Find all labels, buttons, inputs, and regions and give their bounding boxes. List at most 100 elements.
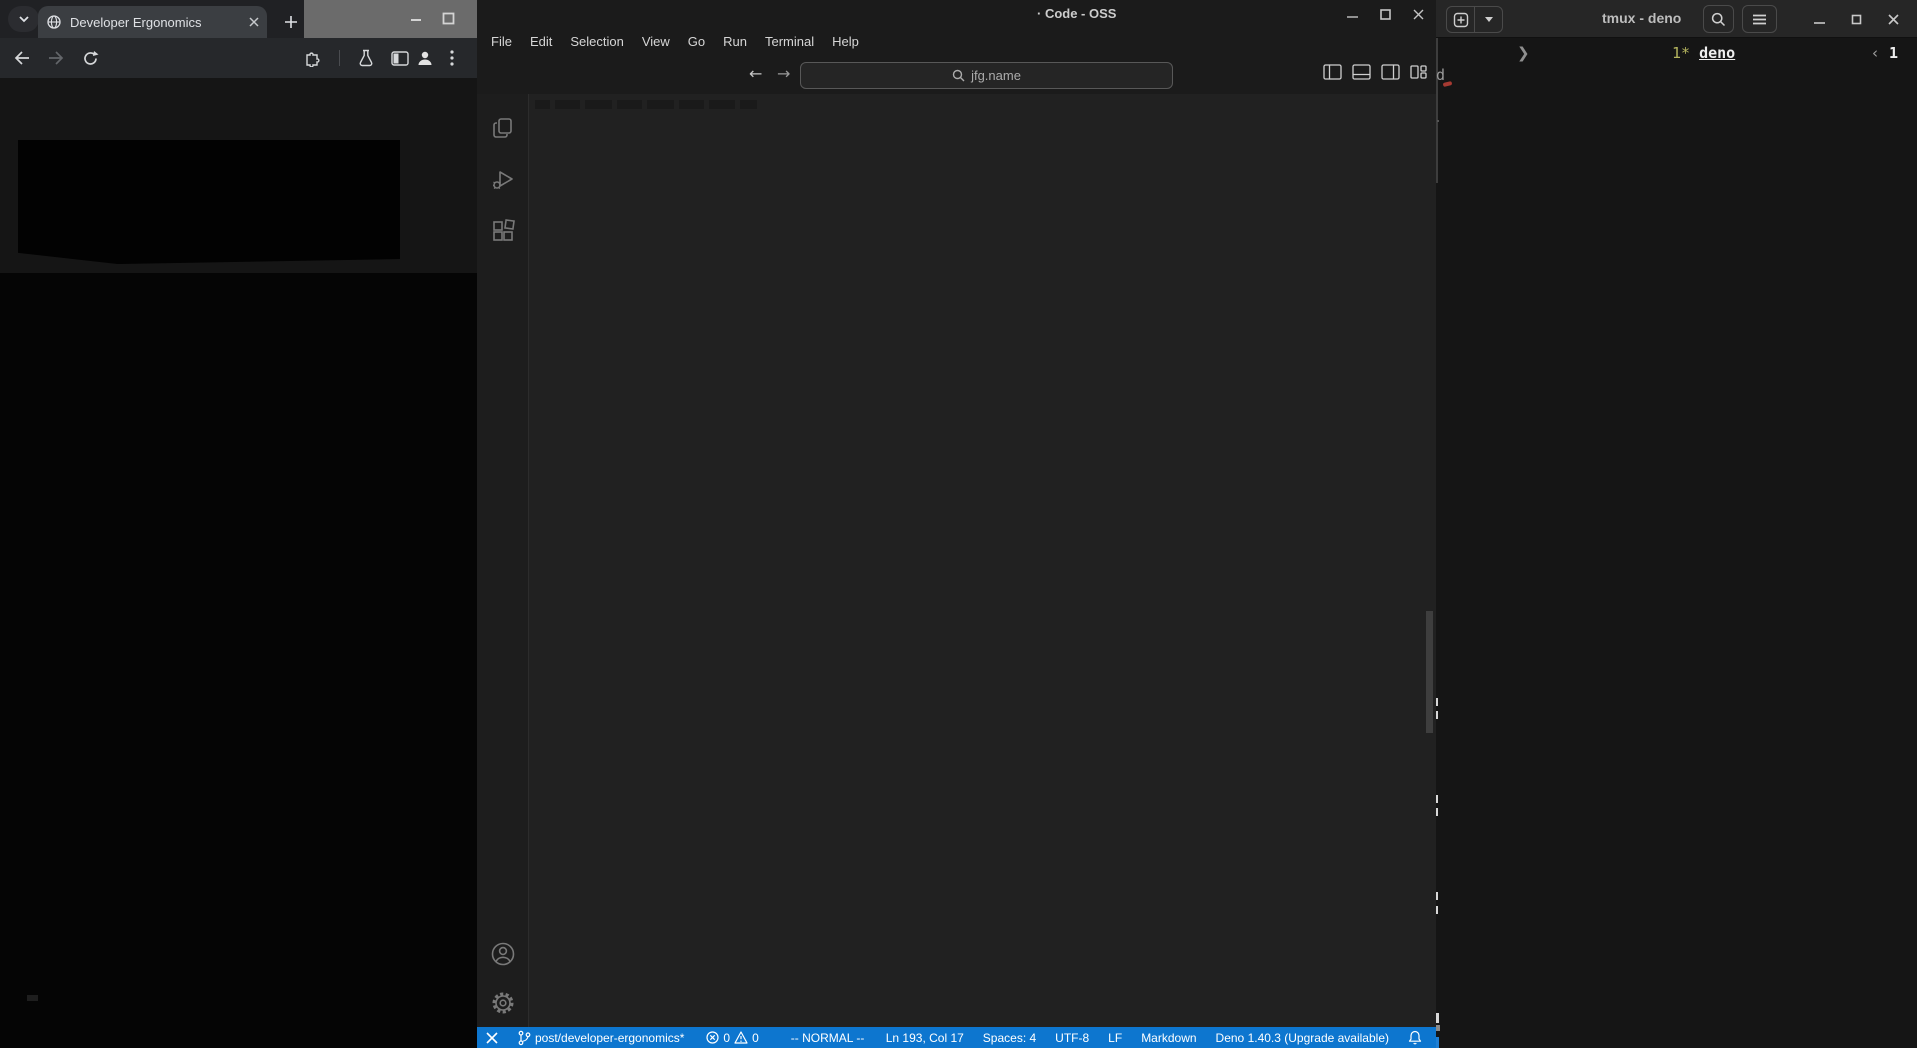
command-center-query: jfg.name [971,68,1021,83]
terminal-window-title: tmux - deno [1602,10,1682,26]
error-icon [706,1031,720,1044]
maximize-icon[interactable] [1380,8,1391,20]
git-branch-icon [518,1030,531,1045]
close-icon[interactable] [1888,13,1899,25]
history-back-button[interactable]: ← [749,64,762,83]
browser-minimize-icon[interactable] [410,18,422,22]
layout-controls [1323,64,1428,80]
edge-tick [1436,795,1438,803]
vscode-command-row: ← → jfg.name [477,54,1436,94]
history-forward-button[interactable]: → [777,64,790,83]
back-button[interactable] [10,46,34,70]
toggle-sidebar-icon[interactable] [1323,64,1342,80]
settings-button[interactable] [490,990,516,1016]
deno-version[interactable]: Deno 1.40.3 (Upgrade available) [1216,1031,1389,1045]
toggle-secondary-sidebar-icon[interactable] [1381,64,1400,80]
run-debug-icon [493,171,513,189]
indentation[interactable]: Spaces: 4 [983,1031,1036,1045]
language-mode[interactable]: Markdown [1141,1031,1196,1045]
toggle-panel-icon[interactable] [1352,64,1371,80]
browser-tabstrip: Developer Ergonomics [0,0,477,38]
command-center[interactable]: jfg.name [800,62,1173,89]
browser-menu-button[interactable] [440,46,464,70]
minimize-icon[interactable] [1347,9,1358,20]
forward-button[interactable] [44,46,68,70]
terminal-menu-button[interactable] [1742,5,1777,33]
reload-button[interactable] [78,46,102,70]
plus-icon [285,16,297,28]
profile-button[interactable] [413,46,437,70]
accounts-button[interactable] [490,941,516,967]
menu-file[interactable]: File [482,31,521,52]
customize-layout-icon[interactable] [1410,64,1428,80]
menu-view[interactable]: View [633,31,679,52]
chevron-down-icon [18,16,29,23]
edge-tick-blue [1436,1037,1439,1048]
browser-maximize-icon[interactable] [442,12,455,25]
menu-help[interactable]: Help [823,31,868,52]
globe-icon [47,15,61,29]
warning-icon [734,1031,748,1044]
edge-tick-grey [1436,1025,1440,1031]
activity-bar [477,94,529,1027]
side-panel-icon [391,50,409,66]
tmux-window-name: deno [1699,44,1736,62]
side-panel-button[interactable] [388,46,412,70]
editor-scrollbar[interactable] [1426,611,1433,733]
problems-status[interactable]: 0 0 [706,1031,759,1045]
run-debug-button[interactable] [490,167,516,193]
red-artifact [1442,80,1453,88]
terminal-content[interactable]: ❯ 1* deno ‹ 1 d [1436,38,1917,1048]
tab-dropdown-button[interactable] [1474,7,1502,32]
labs-button[interactable] [354,46,378,70]
extensions-icon [493,219,515,241]
cursor-position[interactable]: Ln 193, Col 17 [886,1031,964,1045]
terminal-window-controls [1814,0,1917,38]
page-faint-artifact [27,995,38,1001]
pane-chevron: ‹ [1872,44,1878,62]
vim-mode-indicator[interactable]: -- NORMAL -- [791,1031,865,1045]
edge-tick [1436,711,1438,719]
edge-tick [1436,808,1438,816]
minimize-icon[interactable] [1814,14,1825,25]
tab-title: Developer Ergonomics [70,14,202,30]
tab-close-icon[interactable] [249,17,259,27]
search-icon [952,69,965,82]
browser-viewport [0,78,477,1048]
menu-terminal[interactable]: Terminal [756,31,823,52]
account-icon [491,942,515,966]
editor-area[interactable] [529,94,1436,1027]
new-tab-button[interactable] [278,9,304,35]
new-tab-icon[interactable] [1447,7,1474,32]
back-icon [14,51,29,65]
eol-sequence[interactable]: LF [1108,1031,1122,1045]
forward-icon [49,51,64,65]
remote-indicator[interactable] [485,1031,499,1045]
menu-run[interactable]: Run [714,31,756,52]
branch-status[interactable]: post/developer-ergonomics* [517,1030,684,1046]
extensions-button-vscode[interactable] [490,218,516,244]
menu-selection[interactable]: Selection [561,31,632,52]
notifications-bell-icon[interactable] [1408,1030,1422,1045]
window-edge-sliver [1436,38,1438,183]
edge-tick [1436,906,1438,914]
edge-tick [1436,698,1438,706]
terminal-newtab-button[interactable] [1446,6,1503,33]
tmux-window-index: 1* [1672,44,1691,62]
explorer-button[interactable] [490,115,516,141]
browser-window: Developer Ergonomics [0,0,477,1048]
terminal-search-button[interactable] [1703,5,1734,33]
tab-search-button[interactable] [8,6,39,32]
encoding[interactable]: UTF-8 [1055,1031,1089,1045]
page-black-image [18,140,400,264]
extensions-button[interactable] [300,46,324,70]
maximize-icon[interactable] [1851,14,1862,25]
edge-tick [1436,892,1438,900]
browser-tab[interactable]: Developer Ergonomics [38,6,267,38]
status-bar-left: post/developer-ergonomics* 0 0 -- NORMAL… [477,1030,864,1046]
faint-text-artifact [535,100,757,109]
menu-edit[interactable]: Edit [521,31,561,52]
menu-go[interactable]: Go [679,31,714,52]
close-icon[interactable] [1413,9,1424,20]
vscode-window-controls [1347,0,1436,28]
